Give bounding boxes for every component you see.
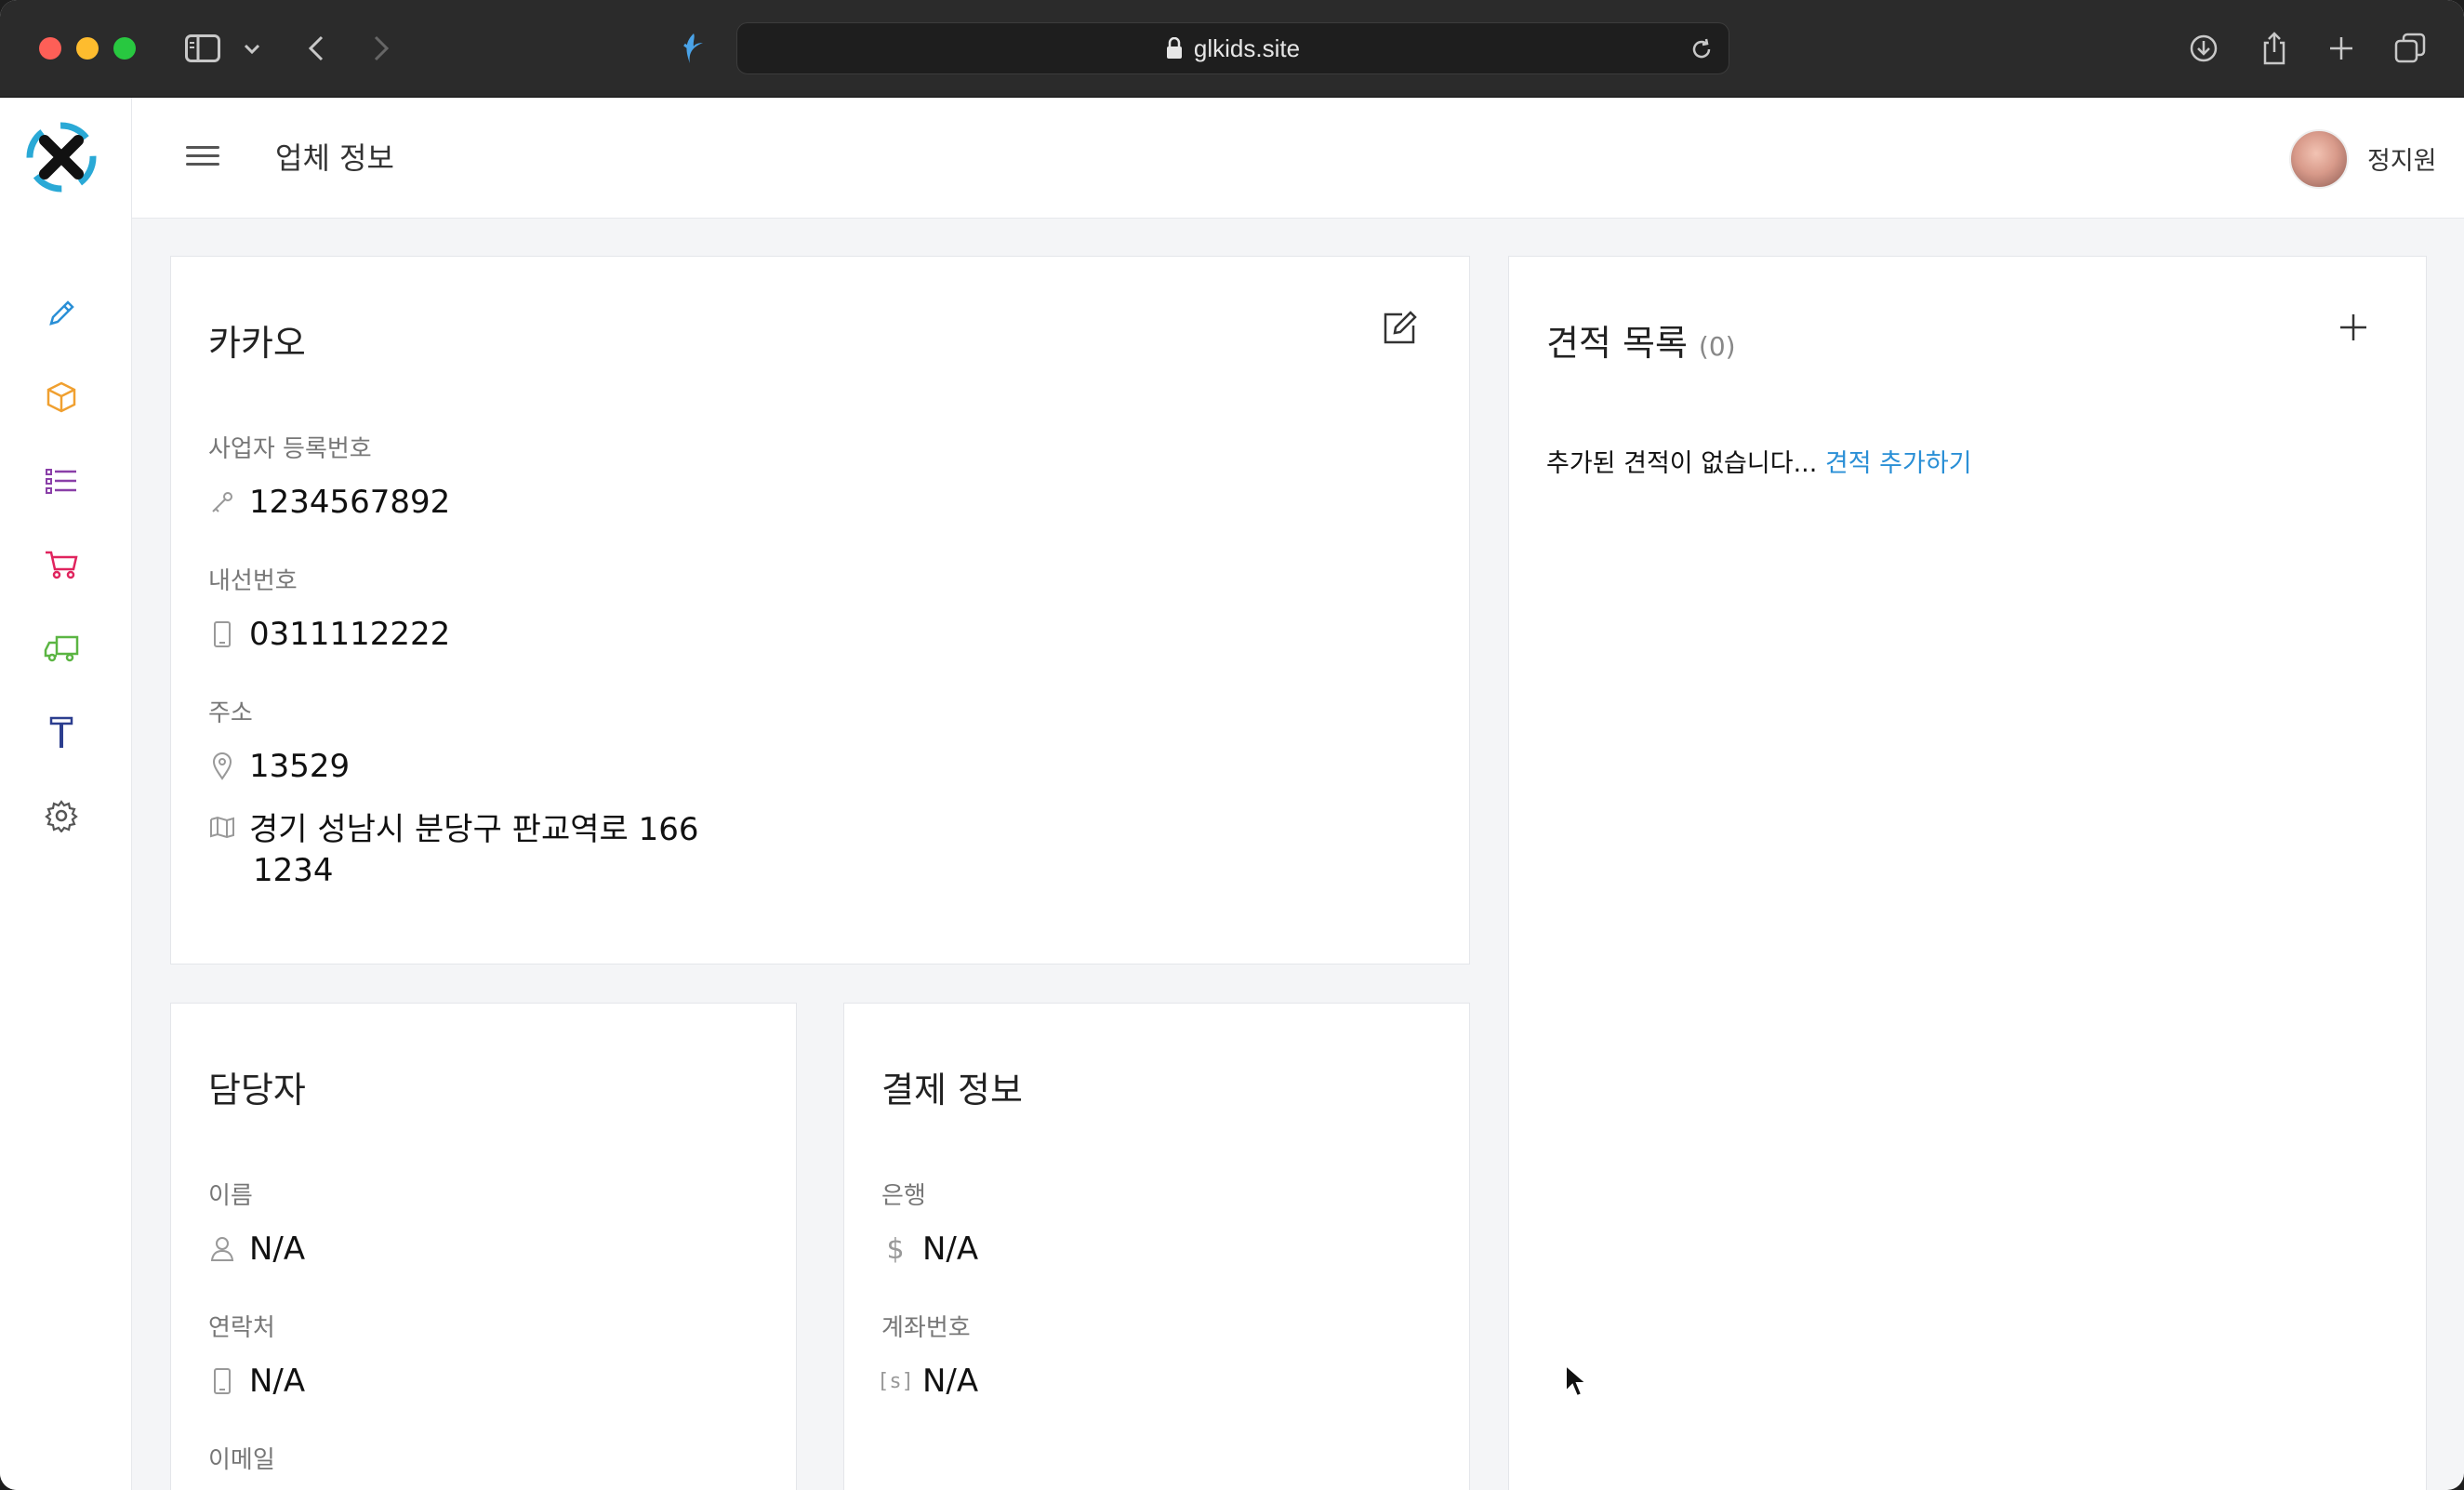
- hammer-icon: [49, 716, 73, 748]
- box-icon: [46, 381, 76, 413]
- contact-phone-value: N/A: [249, 1363, 306, 1400]
- payment-card: 결제 정보 은행 $ N/A 계좌번호 [s] N/A: [843, 1003, 1470, 1490]
- truck-icon: [44, 635, 79, 662]
- sidebar-item-edit[interactable]: [41, 293, 82, 334]
- business-number-value: 1234567892: [249, 484, 451, 521]
- quotes-heading: 견적 목록 (0): [1546, 314, 1736, 366]
- browser-toolbar: glkids.site: [0, 0, 2464, 98]
- page-title: 업체 정보: [275, 140, 394, 176]
- mouse-cursor-icon: [1564, 1363, 1589, 1403]
- quotes-empty-message: 추가된 견적이 없습니다... 견적 추가하기: [1546, 443, 1972, 479]
- browser-window: glkids.site 업체 정보 정지원 카카오 사업자 등록번호 12345…: [0, 0, 2464, 1490]
- contact-phone-label: 연락처: [208, 1314, 275, 1342]
- postal-code-value: 13529: [249, 748, 351, 785]
- bank-value: N/A: [922, 1231, 979, 1268]
- share-icon[interactable]: [2254, 26, 2295, 71]
- postal-code: 13529: [208, 748, 350, 785]
- phone-icon: [208, 1367, 236, 1395]
- new-tab-icon[interactable]: [2321, 26, 2362, 71]
- company-phone: 0311112222: [208, 616, 450, 653]
- tab-overview-icon[interactable]: [2390, 26, 2431, 71]
- chevron-down-icon[interactable]: [238, 26, 266, 71]
- address-bar[interactable]: glkids.site: [736, 22, 1729, 74]
- app-logo[interactable]: [24, 120, 99, 194]
- close-window-button[interactable]: [39, 37, 61, 60]
- location-pin-icon: [208, 752, 236, 780]
- business-number-label: 사업자 등록번호: [208, 435, 372, 463]
- dollar-icon: $: [886, 1232, 905, 1266]
- quotes-card: 견적 목록 (0) 추가된 견적이 없습니다... 견적 추가하기: [1508, 256, 2427, 1490]
- contact-name-value: N/A: [249, 1231, 306, 1268]
- cart-icon: [46, 551, 78, 579]
- sidebar-item-delivery[interactable]: [41, 628, 82, 669]
- contact-name: N/A: [208, 1231, 305, 1268]
- phone-label: 내선번호: [208, 567, 298, 595]
- account-label: 계좌번호: [881, 1314, 971, 1342]
- company-phone-value: 0311112222: [249, 616, 451, 653]
- sidebar-toggle-icon[interactable]: [182, 26, 223, 71]
- key-icon: [208, 488, 236, 516]
- app-header: 업체 정보 정지원: [132, 98, 2464, 219]
- minimize-window-button[interactable]: [76, 37, 99, 60]
- add-quote-link[interactable]: 견적 추가하기: [1825, 449, 1972, 478]
- address-line1-value: 경기 성남시 분당구 판교역로 166: [249, 811, 699, 848]
- contact-title: 담당자: [208, 1070, 306, 1111]
- address-label: 주소: [208, 699, 253, 727]
- bank-label: 은행: [881, 1182, 926, 1210]
- sidebar-item-settings[interactable]: [41, 795, 82, 836]
- quotes-title: 견적 목록: [1546, 323, 1688, 364]
- bank: $ N/A: [881, 1231, 978, 1268]
- back-icon[interactable]: [299, 26, 333, 71]
- address-line2: 1234: [253, 852, 334, 889]
- sidebar: [0, 98, 132, 1490]
- user-name[interactable]: 정지원: [2367, 140, 2437, 177]
- contact-phone: N/A: [208, 1363, 305, 1400]
- user-icon: [208, 1235, 236, 1263]
- contact-email-label: 이메일: [208, 1446, 275, 1474]
- quotes-empty-text: 추가된 견적이 없습니다...: [1546, 449, 1818, 478]
- account-number-icon: [s]: [877, 1369, 914, 1393]
- company-name: 카카오: [208, 323, 306, 364]
- zoom-window-button[interactable]: [113, 37, 136, 60]
- lock-icon: [1166, 37, 1182, 59]
- gear-icon: [45, 800, 78, 832]
- list-icon: [46, 469, 76, 494]
- business-number: 1234567892: [208, 484, 450, 521]
- phone-icon: [208, 620, 236, 648]
- contact-card: 담당자 이름 N/A 연락처 N/A 이메일: [170, 1003, 797, 1490]
- company-info-card: 카카오 사업자 등록번호 1234567892 내선번호 0311112222 …: [170, 256, 1470, 965]
- pencil-icon: [49, 300, 74, 326]
- account: [s] N/A: [877, 1363, 979, 1400]
- quotes-count: (0): [1698, 331, 1736, 362]
- address-line1: 경기 성남시 분당구 판교역로 166: [208, 804, 699, 849]
- sidebar-item-cart[interactable]: [41, 544, 82, 585]
- menu-icon[interactable]: [186, 140, 219, 174]
- avatar[interactable]: [2289, 129, 2349, 189]
- site-favicon-icon: [675, 26, 712, 71]
- sidebar-item-tools[interactable]: [41, 712, 82, 752]
- sidebar-item-list[interactable]: [41, 460, 82, 501]
- edit-icon[interactable]: [1382, 309, 1419, 350]
- download-icon[interactable]: [2183, 26, 2224, 71]
- map-icon: [208, 813, 236, 841]
- add-quote-icon[interactable]: [2337, 311, 2370, 348]
- contact-name-label: 이름: [208, 1182, 253, 1210]
- url-text: glkids.site: [1193, 33, 1301, 62]
- sidebar-item-products[interactable]: [41, 377, 82, 418]
- payment-title: 결제 정보: [881, 1070, 1023, 1111]
- account-value: N/A: [922, 1363, 979, 1400]
- forward-icon[interactable]: [364, 26, 398, 71]
- reload-icon[interactable]: [1689, 37, 1714, 61]
